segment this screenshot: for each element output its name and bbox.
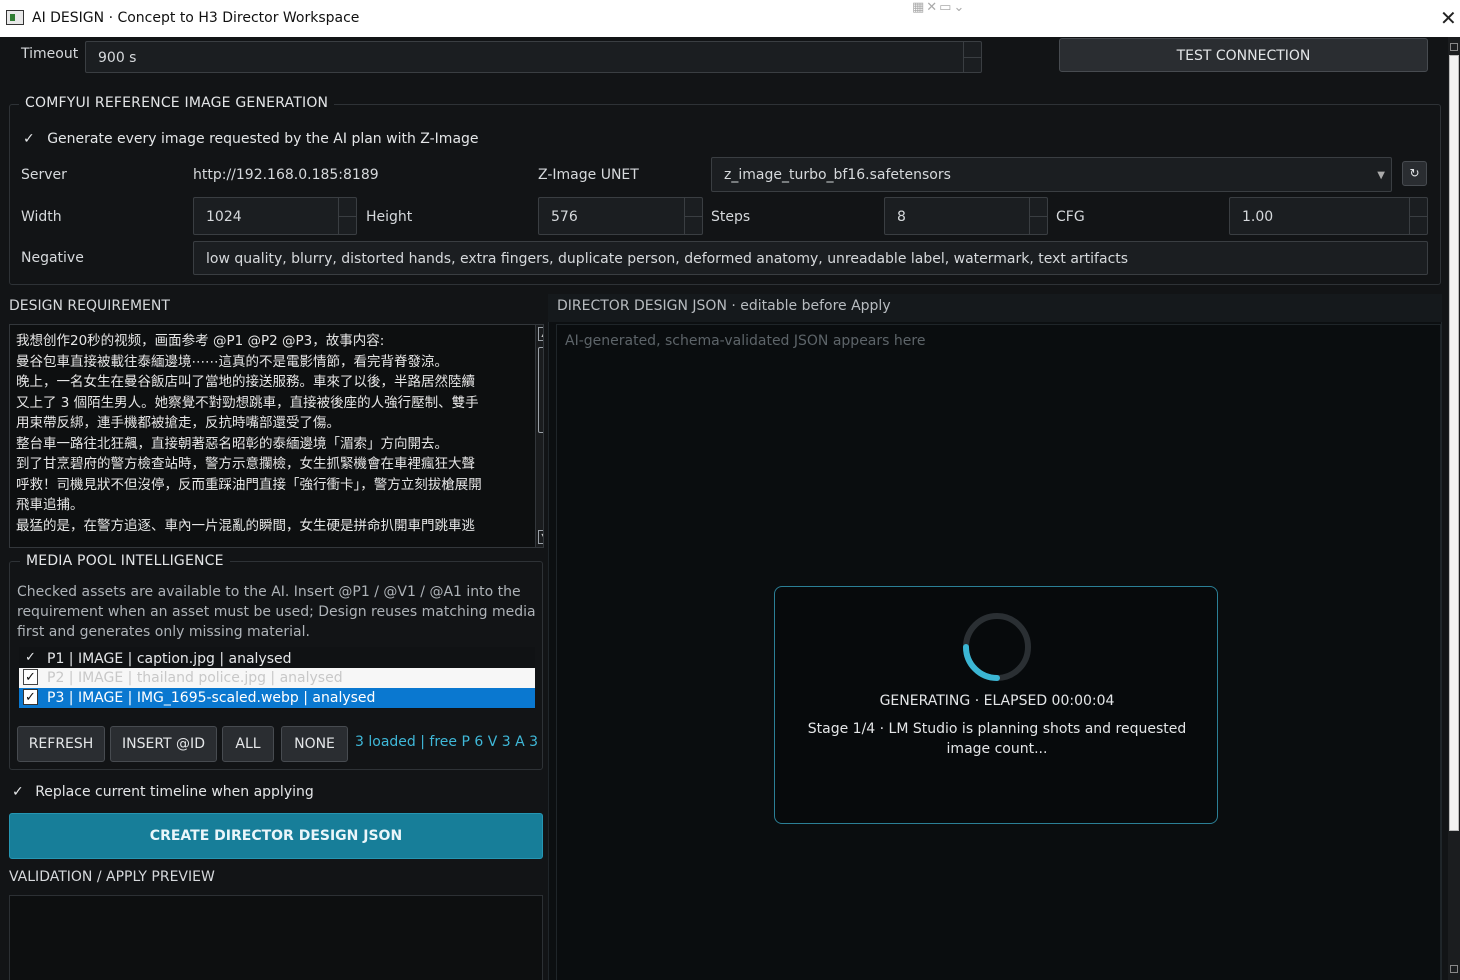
timeout-value: 900 s — [98, 50, 137, 66]
json-placeholder: AI-generated, schema-validated JSON appe… — [565, 333, 926, 349]
text-line: 最猛的是，在警方追逐、車內一片混亂的瞬間，女生硬是拼命扒開車門跳車逃 — [16, 517, 475, 534]
window-titlebar: AI DESIGN · Concept to H3 Director Works… — [0, 0, 1460, 37]
text-line: 又上了 3 個陌生男人。她察覺不對勁想跳車，直接被後座的人強行壓制、雙手 — [16, 394, 479, 411]
design-requirement-text: 我想创作20秒的视频，画面参考 @P1 @P2 @P3，故事内容: 曼谷包車直接… — [16, 331, 521, 536]
generating-status: GENERATING · ELAPSED 00:00:04 — [879, 693, 1115, 709]
height-spinbox[interactable]: 576 — [538, 197, 703, 235]
window-title: AI DESIGN · Concept to H3 Director Works… — [32, 10, 360, 26]
unet-value: z_image_turbo_bf16.safetensors — [724, 167, 951, 183]
generating-stage: Stage 1/4 · LM Studio is planning shots … — [807, 721, 1187, 757]
select-all-button[interactable]: ALL — [222, 726, 274, 762]
text-line: 曼谷包車直接被載往泰緬邊境⋯⋯這真的不是電影情節，看完背脊發涼。 — [16, 353, 448, 370]
generate-checkbox[interactable]: ✓ Generate every image requested by the … — [23, 131, 479, 147]
steps-spin-buttons[interactable] — [1029, 198, 1047, 234]
test-connection-button[interactable]: TEST CONNECTION — [1059, 38, 1428, 72]
text-line: 整台車一路往北狂飆，直接朝著惡名昭彰的泰緬邊境「湄索」方向開去。 — [16, 435, 448, 452]
chevron-down-icon: ▼ — [1377, 170, 1385, 181]
scroll-thumb[interactable] — [538, 347, 543, 433]
design-requirement-label: DESIGN REQUIREMENT — [9, 298, 170, 314]
scroll-down-icon[interactable]: ▼ — [538, 530, 543, 544]
height-spin-buttons[interactable] — [684, 198, 702, 234]
unet-select[interactable]: z_image_turbo_bf16.safetensors ▼ — [711, 157, 1392, 192]
asset-row-p2[interactable]: ✓ P2 | IMAGE | thailand police.jpg | ana… — [19, 668, 535, 688]
scroll-down-icon[interactable] — [1450, 965, 1458, 973]
design-scrollbar[interactable]: ▲ ▼ — [535, 325, 543, 547]
server-label: Server — [21, 167, 67, 183]
steps-label: Steps — [711, 209, 751, 225]
validation-preview — [9, 895, 543, 980]
titlebar-tools-icon[interactable]: ▦✕▭⌄ — [912, 0, 966, 15]
replace-check-icon: ✓ — [12, 784, 24, 800]
insert-id-button[interactable]: INSERT @ID — [110, 726, 217, 762]
generating-overlay: GENERATING · ELAPSED 00:00:04 Stage 1/4 … — [774, 586, 1218, 824]
validation-label: VALIDATION / APPLY PREVIEW — [9, 869, 215, 885]
timeout-label: Timeout — [21, 46, 79, 62]
asset-list[interactable]: ✓ P1 | IMAGE | caption.jpg | analysed ✓ … — [19, 647, 535, 709]
negative-label: Negative — [21, 250, 84, 266]
create-design-json-button[interactable]: CREATE DIRECTOR DESIGN JSON — [9, 813, 543, 859]
generate-label: Generate every image requested by the AI… — [47, 131, 479, 147]
width-label: Width — [21, 209, 62, 225]
select-none-button[interactable]: NONE — [281, 726, 348, 762]
timeout-spinbox[interactable]: 900 s — [85, 41, 982, 73]
check-icon[interactable]: ✓ — [23, 689, 38, 705]
width-value: 1024 — [206, 209, 242, 225]
design-requirement-textarea[interactable]: 我想创作20秒的视频，画面参考 @P1 @P2 @P3，故事内容: 曼谷包車直接… — [9, 324, 544, 548]
text-line: 飛車追捕。 — [16, 497, 84, 513]
width-spinbox[interactable]: 1024 — [193, 197, 357, 235]
text-line: 晚上，一名女生在曼谷飯店叫了當地的接送服務。車來了以後，半路居然陸續 — [16, 374, 475, 390]
replace-timeline-checkbox[interactable]: ✓ Replace current timeline when applying — [12, 784, 314, 800]
timeout-spin-buttons[interactable] — [963, 42, 981, 72]
app-icon — [6, 10, 24, 25]
text-line: 我想创作20秒的视频，画面参考 @P1 @P2 @P3，故事内容: — [16, 333, 385, 349]
height-value: 576 — [551, 209, 578, 225]
scroll-up-icon[interactable] — [1450, 43, 1458, 51]
check-icon[interactable]: ✓ — [23, 669, 38, 685]
refresh-unet-icon[interactable]: ↻ — [1402, 161, 1427, 186]
cfg-spin-buttons[interactable] — [1409, 198, 1427, 234]
generate-check-icon: ✓ — [23, 131, 35, 147]
asset-row-p3[interactable]: ✓ P3 | IMAGE | IMG_1695-scaled.webp | an… — [19, 688, 535, 708]
asset-row-p1[interactable]: ✓ P1 | IMAGE | caption.jpg | analysed — [19, 649, 535, 669]
asset-label: P1 | IMAGE | caption.jpg | analysed — [47, 651, 292, 667]
media-pool-status: 3 loaded | free P 6 V 3 A 3 — [355, 734, 539, 750]
scroll-up-icon[interactable]: ▲ — [538, 327, 543, 341]
text-line: 到了甘烹碧府的警方檢查站時，警方示意攔檢，女生抓緊機會在車裡瘋狂大聲 — [16, 456, 475, 472]
width-spin-buttons[interactable] — [338, 198, 356, 234]
cfg-label: CFG — [1056, 209, 1085, 225]
comfyui-group-title: COMFYUI REFERENCE IMAGE GENERATION — [19, 95, 335, 111]
server-value: http://192.168.0.185:8189 — [193, 167, 379, 183]
negative-value: low quality, blurry, distorted hands, ex… — [206, 251, 1129, 267]
media-pool-title: MEDIA POOL INTELLIGENCE — [20, 553, 230, 569]
height-label: Height — [366, 209, 413, 225]
media-pool-description: Checked assets are available to the AI. … — [17, 584, 536, 640]
cfg-value: 1.00 — [1242, 209, 1274, 225]
refresh-button[interactable]: REFRESH — [17, 726, 105, 762]
steps-spinbox[interactable]: 8 — [884, 197, 1048, 235]
workspace: Timeout 900 s TEST CONNECTION COMFYUI RE… — [0, 37, 1460, 980]
steps-value: 8 — [897, 209, 906, 225]
text-line: 呼救！司機見狀不但沒停，反而重踩油門直接「強行衝卡」，警方立刻拔槍展開 — [16, 476, 482, 493]
cfg-spinbox[interactable]: 1.00 — [1229, 197, 1428, 235]
unet-label: Z-Image UNET — [538, 167, 639, 183]
close-icon[interactable]: ✕ — [1440, 6, 1457, 30]
check-icon[interactable]: ✓ — [23, 650, 38, 666]
asset-label: P2 | IMAGE | thailand police.jpg | analy… — [47, 670, 343, 686]
text-line: 用束帶反綁，連手機都被搶走，反抗時嘴部還受了傷。 — [16, 415, 340, 431]
window-scrollbar[interactable] — [1448, 37, 1460, 980]
scroll-thumb[interactable] — [1449, 55, 1459, 831]
replace-timeline-label: Replace current timeline when applying — [35, 784, 314, 800]
json-panel-header: DIRECTOR DESIGN JSON · editable before A… — [548, 294, 1442, 322]
spinner-icon — [963, 613, 1031, 681]
asset-label: P3 | IMAGE | IMG_1695-scaled.webp | anal… — [47, 690, 376, 706]
json-panel-title: DIRECTOR DESIGN JSON · editable before A… — [557, 298, 891, 314]
negative-prompt-input[interactable]: low quality, blurry, distorted hands, ex… — [193, 241, 1428, 275]
